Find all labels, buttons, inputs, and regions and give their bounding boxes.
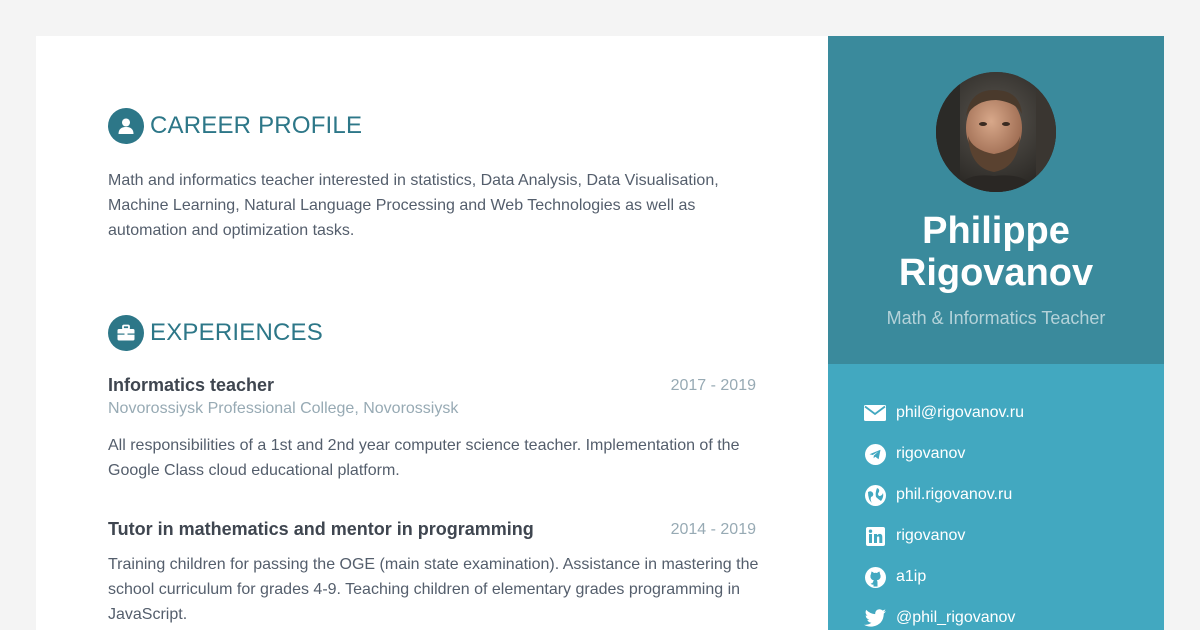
linkedin-icon [864, 525, 886, 547]
resume-page: CAREER PROFILE Math and informatics teac… [36, 36, 1164, 630]
contact-github-text: a1ip [896, 568, 927, 585]
contact-telegram-text: rigovanov [896, 445, 966, 462]
globe-icon [864, 484, 886, 506]
career-profile-text: Math and informatics teacher interested … [108, 172, 719, 239]
contact-twitter[interactable]: @phil_rigovanov [864, 605, 1015, 630]
contact-github[interactable]: a1ip [864, 564, 926, 590]
briefcase-icon [108, 315, 144, 351]
sidebar: Philippe Rigovanov Math & Informatics Te… [828, 36, 1164, 630]
experiences-title: EXPERIENCES [150, 319, 323, 346]
profile-header: Philippe Rigovanov Math & Informatics Te… [828, 36, 1164, 364]
user-icon [108, 108, 144, 144]
contact-email-text: phil@rigovanov.ru [896, 404, 1025, 421]
contact-email[interactable]: phil@rigovanov.ru [864, 400, 1024, 426]
profile-name: Philippe Rigovanov [828, 210, 1164, 294]
career-profile-title: CAREER PROFILE [150, 112, 363, 139]
contact-linkedin-text: rigovanov [896, 527, 966, 544]
contact-twitter-text: @phil_rigovanov [896, 609, 1016, 626]
job-date: 2017 - 2019 [670, 377, 756, 394]
contact-website-text: phil.rigovanov.ru [896, 486, 1013, 503]
career-profile-header: CAREER PROFILE [108, 108, 362, 144]
profile-name-text: Philippe Rigovanov [898, 210, 1094, 294]
contact-website[interactable]: phil.rigovanov.ru [864, 482, 1012, 508]
profile-tagline: Math & Informatics Teacher [886, 308, 1106, 328]
avatar [936, 72, 1056, 192]
twitter-icon [864, 607, 886, 629]
main-column: CAREER PROFILE Math and informatics teac… [36, 36, 828, 630]
contact-telegram[interactable]: rigovanov [864, 441, 965, 467]
contact-linkedin[interactable]: rigovanov [864, 523, 965, 549]
telegram-icon [864, 443, 886, 465]
job-description: Training children for passing the OGE (m… [108, 556, 759, 623]
job-title: Informatics teacher [108, 375, 275, 395]
job-description: All responsibilities of a 1st and 2nd ye… [108, 437, 740, 479]
experiences-header: EXPERIENCES [108, 315, 323, 351]
envelope-icon [864, 402, 886, 424]
github-icon [864, 566, 886, 588]
job-date: 2014 - 2019 [670, 521, 756, 538]
job-company: Novorossiysk Professional College, Novor… [108, 400, 459, 417]
job-title: Tutor in mathematics and mentor in progr… [108, 519, 534, 539]
